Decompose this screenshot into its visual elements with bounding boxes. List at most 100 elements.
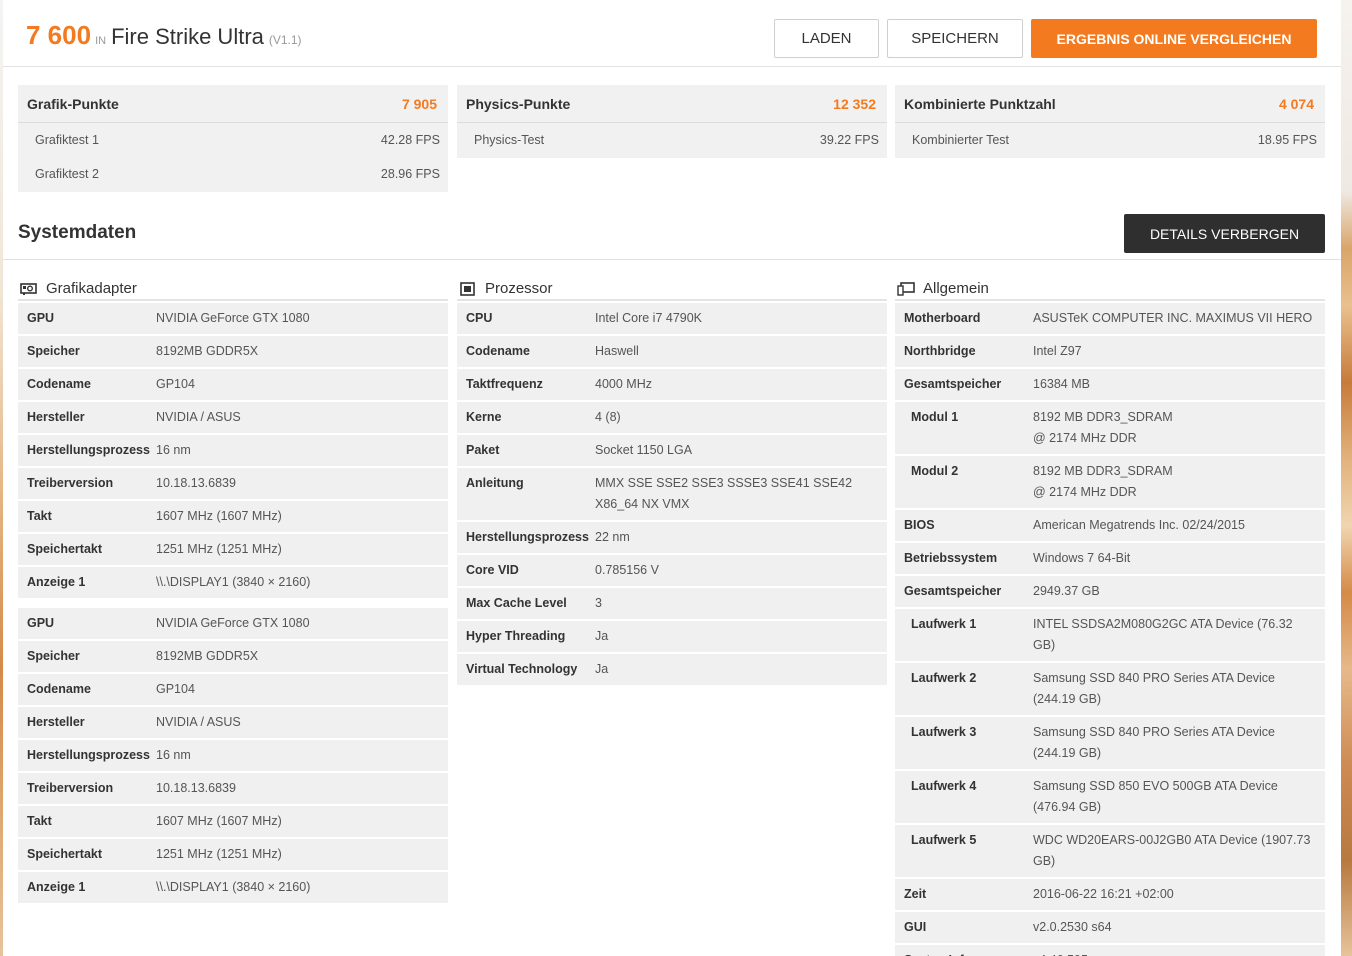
table-row: Gesamtspeicher 2949.37 GB [895, 576, 1325, 607]
row-value: Ja [595, 629, 609, 643]
table-row: Speicher 8192MB GDDR5X [18, 336, 448, 367]
row-label: Gesamtspeicher [904, 377, 1002, 391]
row-label: Laufwerk 5 [911, 833, 977, 847]
physics-test-label: Physics-Test [474, 133, 545, 147]
table-row: Laufwerk 2 Samsung SSD 840 PRO Series ATA… [895, 663, 1325, 715]
row-label: Speichertakt [27, 847, 103, 861]
row-value: 8192MB GDDR5X [156, 344, 259, 358]
graphics-card-icon [20, 282, 38, 296]
row-value: 0.785156 V [595, 563, 659, 577]
row-label: Herstellungsprozess [27, 443, 150, 457]
row-label: Herstellungsprozess [466, 530, 589, 544]
row-label: Anzeige 1 [27, 575, 86, 589]
table-row: Virtual Technology Ja [457, 654, 887, 685]
test-version: (V1.1) [268, 33, 302, 47]
score-in-label: IN [95, 35, 107, 47]
table-row: Codename Haswell [457, 336, 887, 367]
table-row: Laufwerk 1 INTEL SSDSA2M080G2GC ATA Devic… [895, 609, 1325, 661]
table-row: Takt 1607 MHz (1607 MHz) [18, 806, 448, 837]
table-row: Max Cache Level 3 [457, 588, 887, 619]
graphics-score-header: Grafik-Punkte 7 905 [18, 85, 448, 123]
row-label: Modul 2 [911, 464, 959, 478]
row-label: BIOS [904, 518, 935, 532]
compare-online-button[interactable]: ERGEBNIS ONLINE VERGLEICHEN [1031, 19, 1317, 58]
row-value: 4000 MHz [595, 377, 652, 391]
table-row: Northbridge Intel Z97 [895, 336, 1325, 367]
table-row: Herstellungsprozess 22 nm [457, 522, 887, 553]
row-value: WDC WD20EARS-00J2GB0 ATA Device (1907.73… [1033, 833, 1311, 868]
row-label: Laufwerk 3 [911, 725, 977, 739]
processor-column: Prozessor CPU Intel Core i7 4790K Codename… [457, 278, 887, 687]
row-value: Windows 7 64-Bit [1033, 551, 1131, 565]
row-value: Intel Z97 [1033, 344, 1082, 358]
score-title: 7 600 IN Fire Strike Ultra (V1.1) [26, 20, 302, 51]
table-row: CPU Intel Core i7 4790K [457, 303, 887, 334]
row-label: Taktfrequenz [466, 377, 543, 391]
row-value: \\.\DISPLAY1 (3840 × 2160) [156, 575, 311, 589]
physics-score-title: Physics-Punkte [466, 95, 571, 112]
row-label: Hyper Threading [466, 629, 566, 643]
test-name: Fire Strike Ultra [111, 24, 264, 49]
row-label: GUI [904, 920, 927, 934]
save-button[interactable]: SPEICHERN [887, 19, 1023, 58]
row-value: 22 nm [595, 530, 630, 544]
cpu-chip-icon [459, 281, 477, 296]
row-value: Samsung SSD 850 EVO 500GB ATA Device (47… [1033, 779, 1278, 814]
row-value: 10.18.13.6839 [156, 476, 236, 490]
row-value: Samsung SSD 840 PRO Series ATA Device (2… [1033, 725, 1276, 760]
graphics-test-2-row: Grafiktest 2 28.96 FPS [18, 157, 448, 191]
row-label: Core VID [466, 563, 519, 577]
computer-monitor-icon [897, 281, 915, 296]
row-value: Haswell [595, 344, 639, 358]
row-label: Speicher [27, 649, 80, 663]
hide-details-button[interactable]: DETAILS VERBERGEN [1124, 214, 1325, 253]
combined-test-value: 18.95 FPS [1257, 133, 1317, 147]
graphics-test-1-label: Grafiktest 1 [35, 133, 99, 147]
physics-score-header: Physics-Punkte 12 352 [457, 85, 887, 123]
table-row: Taktfrequenz 4000 MHz [457, 369, 887, 400]
row-value: ASUSTeK COMPUTER INC. MAXIMUS VII HERO [1033, 311, 1313, 325]
row-label: Motherboard [904, 311, 981, 325]
table-row: Anleitung MMX SSE SSE2 SSE3 SSSE3 SSE41 S… [457, 468, 887, 520]
result-panel: 7 600 IN Fire Strike Ultra (V1.1) LADEN … [3, 0, 1341, 956]
divider [3, 259, 1341, 260]
row-label: CPU [466, 311, 493, 325]
row-label: SystemInfo [895, 950, 1033, 956]
row-value: NVIDIA / ASUS [156, 410, 241, 424]
graphics-test-2-value: 28.96 FPS [380, 167, 440, 181]
row-label: Takt [27, 509, 52, 523]
table-row: Hersteller NVIDIA / ASUS [18, 707, 448, 738]
table-row: Anzeige 1 \\.\DISPLAY1 (3840 × 2160) [18, 872, 448, 903]
table-row: Treiberversion 10.18.13.6839 [18, 468, 448, 499]
table-row: Codename GP104 [18, 369, 448, 400]
row-value: 1607 MHz (1607 MHz) [156, 509, 282, 523]
processor-table: CPU Intel Core i7 4790K Codename Haswell Tak… [457, 303, 887, 685]
row-label: Anleitung [466, 476, 524, 490]
row-value: 16384 MB [1033, 377, 1090, 391]
general-heading: Allgemein [895, 278, 1325, 301]
table-row: Treiberversion 10.18.13.6839 [18, 773, 448, 804]
result-header: 7 600 IN Fire Strike Ultra (V1.1) LADEN … [3, 0, 1341, 67]
row-label: Anzeige 1 [27, 880, 86, 894]
row-value: 4 (8) [595, 410, 621, 424]
row-label: Hersteller [27, 410, 85, 424]
physics-score-value: 12 352 [833, 95, 876, 112]
background-right-edge [1340, 0, 1352, 956]
table-row: Herstellungsprozess 16 nm [18, 740, 448, 771]
table-row: Laufwerk 5 WDC WD20EARS-00J2GB0 ATA Devic… [895, 825, 1325, 877]
system-data-title: Systemdaten [18, 222, 137, 243]
row-value: 2016-06-22 16:21 +02:00 [1033, 887, 1174, 901]
graphics-test-2-label: Grafiktest 2 [35, 167, 99, 181]
table-row: Codename GP104 [18, 674, 448, 705]
row-value: NVIDIA GeForce GTX 1080 [156, 616, 310, 630]
row-value: INTEL SSDSA2M080G2GC ATA Device (76.32 G… [1033, 617, 1293, 652]
row-value: NVIDIA / ASUS [156, 715, 241, 729]
row-label: Gesamtspeicher [904, 584, 1002, 598]
combined-score-box: Kombinierte Punktzahl 4 074 Kombinierter… [895, 85, 1325, 158]
row-label: Hersteller [27, 715, 85, 729]
load-button[interactable]: LADEN [774, 19, 879, 58]
combined-score-title: Kombinierte Punktzahl [904, 95, 1056, 112]
table-row: Modul 2 8192 MB DDR3_SDRAM @ 2174 MHz DDR [895, 456, 1325, 508]
table-row: Motherboard ASUSTeK COMPUTER INC. MAXIMUS… [895, 303, 1325, 334]
row-label: Takt [27, 814, 52, 828]
